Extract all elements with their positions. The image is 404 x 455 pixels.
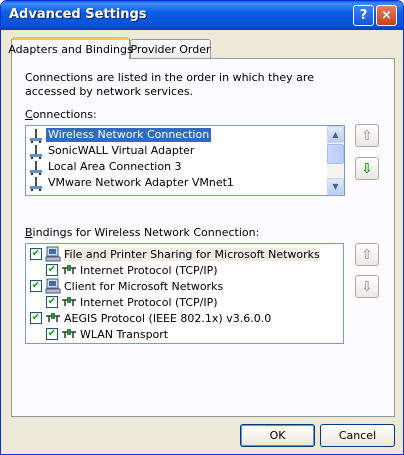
arrow-down-icon: ⇩ xyxy=(361,278,373,295)
connections-description: Connections are listed in the order in w… xyxy=(25,71,314,98)
cancel-button[interactable]: Cancel xyxy=(320,424,395,447)
binding-checkbox[interactable]: ✔ xyxy=(30,248,42,260)
connections-list[interactable]: Wireless Network Connection SonicWALL Vi… xyxy=(25,125,345,196)
binding-item[interactable]: ✔ Client for Microsoft Networks xyxy=(30,278,223,294)
move-binding-down-button[interactable]: ⇩ xyxy=(355,275,379,298)
title-bar[interactable]: Advanced Settings ? × xyxy=(1,1,403,30)
scroll-down-button[interactable]: ▼ xyxy=(327,178,344,195)
arrow-up-icon: ⇧ xyxy=(361,127,373,144)
connection-item[interactable]: SonicWALL Virtual Adapter xyxy=(28,143,196,159)
connection-item[interactable]: Local Area Connection 3 xyxy=(28,159,184,175)
binding-item[interactable]: ✔ AEGIS Protocol (IEEE 802.1x) v3.6.0.0 xyxy=(30,310,271,326)
binding-checkbox[interactable]: ✔ xyxy=(30,312,42,324)
binding-name: Internet Protocol (TCP/IP) xyxy=(80,263,218,277)
binding-name: Internet Protocol (TCP/IP) xyxy=(80,295,218,309)
scroll-thumb[interactable] xyxy=(327,144,344,164)
ok-button[interactable]: OK xyxy=(240,424,315,447)
network-adapter-icon xyxy=(30,177,42,191)
connection-name: Local Area Connection 3 xyxy=(48,160,182,173)
connection-name: Wireless Network Connection xyxy=(46,128,212,142)
connection-item[interactable]: VMware Network Adapter VMnet1 xyxy=(28,175,236,191)
binding-name: AEGIS Protocol (IEEE 802.1x) v3.6.0.0 xyxy=(64,311,272,325)
binding-item[interactable]: ✔ WLAN Transport xyxy=(46,326,168,342)
move-binding-up-button[interactable]: ⇧ xyxy=(355,243,379,266)
close-button[interactable]: × xyxy=(376,5,397,26)
bindings-tree[interactable]: ✔ File and Printer Sharing for Microsoft… xyxy=(25,243,344,344)
connections-scrollbar[interactable]: ▲ ▼ xyxy=(327,126,344,195)
binding-checkbox[interactable]: ✔ xyxy=(30,280,42,292)
bindings-label: Bindings for Wireless Network Connection… xyxy=(25,226,260,239)
window-title: Advanced Settings xyxy=(9,7,147,22)
help-button[interactable]: ? xyxy=(353,5,374,26)
binding-checkbox[interactable]: ✔ xyxy=(46,264,58,276)
binding-item[interactable]: ✔ File and Printer Sharing for Microsoft… xyxy=(30,246,320,262)
binding-checkbox[interactable]: ✔ xyxy=(46,328,58,340)
protocol-icon xyxy=(62,265,76,274)
binding-item[interactable]: ✔ Internet Protocol (TCP/IP) xyxy=(46,262,218,278)
protocol-icon xyxy=(46,313,60,322)
move-connection-up-button[interactable]: ⇧ xyxy=(355,124,379,147)
tab-label: Provider Order xyxy=(130,43,211,56)
adapters-bindings-panel: Connections are listed in the order in w… xyxy=(11,58,395,417)
advanced-settings-window: Advanced Settings ? × Adapters and Bindi… xyxy=(0,0,404,455)
tab-label: Adapters and Bindings xyxy=(8,43,133,56)
tab-adapters-and-bindings[interactable]: Adapters and Bindings xyxy=(8,37,133,59)
arrow-up-icon: ⇧ xyxy=(361,246,373,263)
binding-checkbox[interactable]: ✔ xyxy=(46,296,58,308)
computer-icon xyxy=(45,246,61,262)
binding-name: File and Printer Sharing for Microsoft N… xyxy=(64,247,320,261)
binding-name: WLAN Transport xyxy=(80,327,169,341)
arrow-down-icon: ⇩ xyxy=(361,160,373,177)
connections-label: Connections: xyxy=(25,108,97,121)
network-adapter-icon xyxy=(30,161,42,175)
connection-name: VMware Network Adapter VMnet1 xyxy=(48,176,234,189)
tab-provider-order[interactable]: Provider Order xyxy=(130,39,211,59)
network-adapter-icon xyxy=(30,145,42,159)
scroll-up-button[interactable]: ▲ xyxy=(327,126,344,143)
computer-icon xyxy=(45,278,61,294)
binding-item[interactable]: ✔ Internet Protocol (TCP/IP) xyxy=(46,294,218,310)
protocol-icon xyxy=(62,329,76,338)
protocol-icon xyxy=(62,297,76,306)
connection-item[interactable]: Wireless Network Connection xyxy=(28,127,212,143)
move-connection-down-button[interactable]: ⇩ xyxy=(355,157,379,180)
connection-name: SonicWALL Virtual Adapter xyxy=(48,144,195,157)
binding-name: Client for Microsoft Networks xyxy=(64,279,224,293)
network-adapter-icon xyxy=(30,129,42,143)
